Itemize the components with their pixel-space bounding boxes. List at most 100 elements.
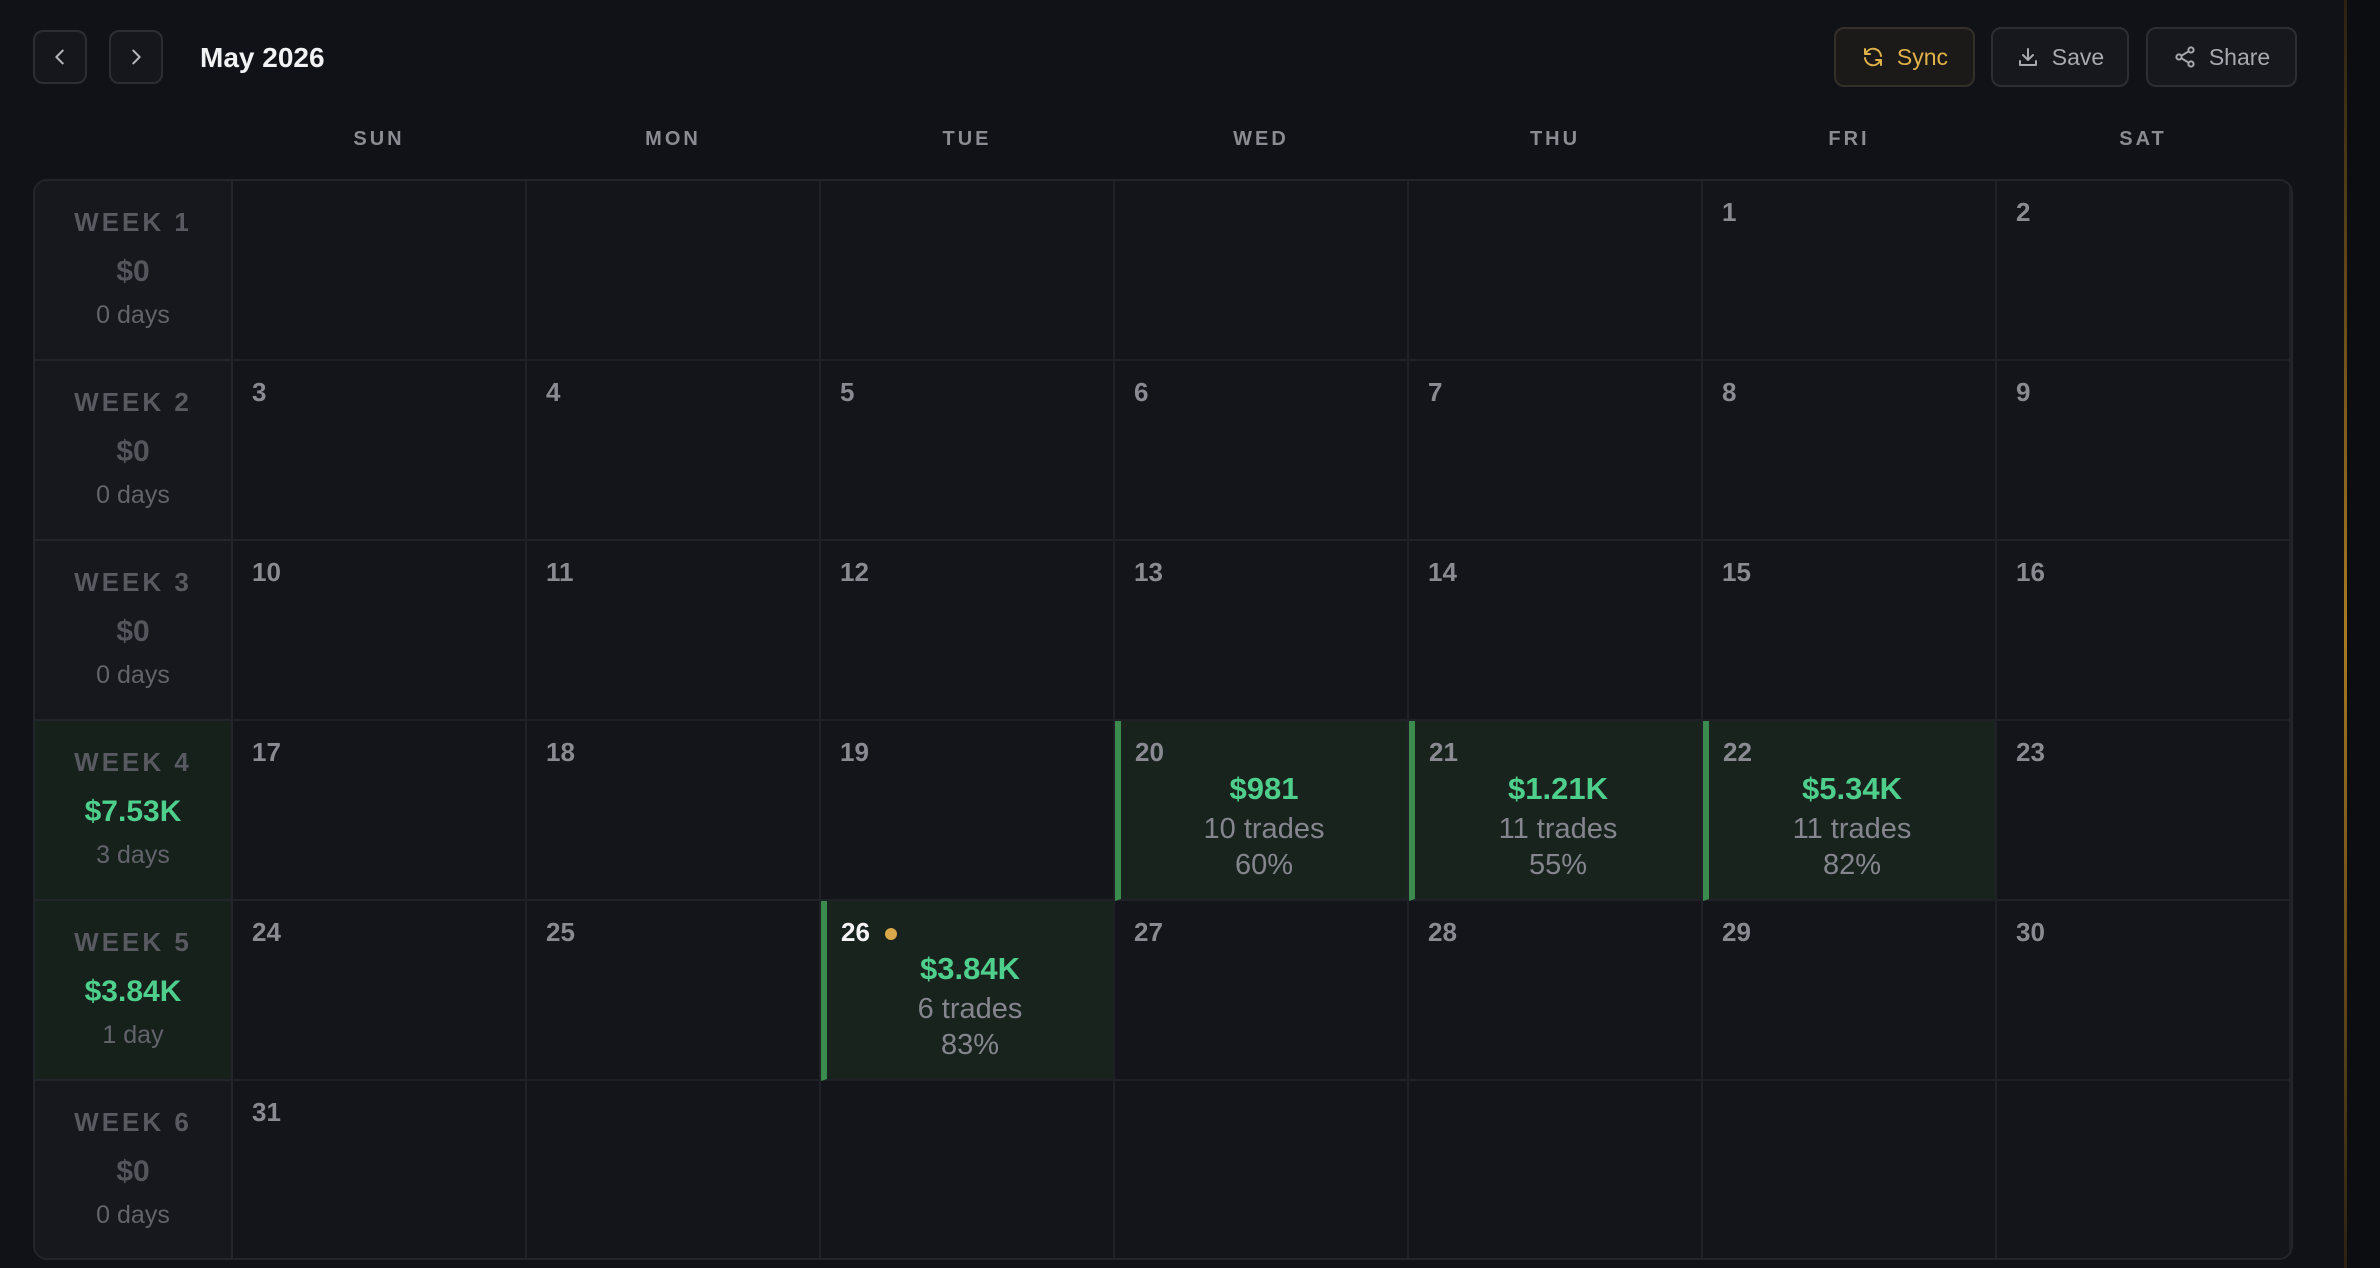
week-trading-days: 1 day [102, 1021, 164, 1049]
week-trading-days: 0 days [96, 661, 170, 689]
prev-month-button[interactable] [33, 30, 87, 84]
day-cell[interactable]: 13 [1115, 541, 1409, 721]
day-cell[interactable]: 31 [233, 1081, 527, 1258]
day-cell[interactable]: 30 [1997, 901, 2291, 1081]
day-cell[interactable]: 15 [1703, 541, 1997, 721]
empty-day-cell [527, 1081, 821, 1258]
day-cell[interactable]: 28 [1409, 901, 1703, 1081]
day-cell[interactable]: 6 [1115, 361, 1409, 541]
week-label: WEEK 5 [74, 927, 192, 957]
day-cell[interactable]: 11 [527, 541, 821, 721]
day-cell[interactable]: 26 $3.84K 6 trades 83% [821, 901, 1115, 1081]
day-cell[interactable]: 9 [1997, 361, 2291, 541]
week-pnl: $0 [116, 1155, 150, 1188]
week-summary[interactable]: WEEK 5 $3.84K 1 day [35, 901, 233, 1081]
week-label: WEEK 2 [74, 387, 192, 417]
day-cell[interactable]: 18 [527, 721, 821, 901]
day-number: 16 [2016, 557, 2045, 587]
day-number: 17 [252, 737, 281, 767]
day-cell[interactable]: 4 [527, 361, 821, 541]
week-pnl: $0 [116, 435, 150, 468]
sync-button[interactable]: Sync [1834, 27, 1975, 87]
weekday-thu: THU [1529, 128, 1581, 150]
week-label: WEEK 4 [74, 747, 192, 777]
day-number: 8 [1722, 377, 1737, 407]
week-pnl: $7.53K [84, 795, 182, 828]
day-cell[interactable]: 12 [821, 541, 1115, 721]
day-cell[interactable]: 16 [1997, 541, 2291, 721]
day-number: 26 [841, 917, 870, 947]
day-number: 14 [1428, 557, 1457, 587]
calendar-app: May 2026 Sync Save Share SUN MON TUE WED THU… [0, 0, 2380, 1268]
empty-day-cell [821, 181, 1115, 361]
day-number: 6 [1134, 377, 1149, 407]
day-number: 30 [2016, 917, 2045, 947]
weekday-sat: SAT [2119, 128, 2167, 150]
day-number: 12 [840, 557, 869, 587]
chevron-right-icon [132, 49, 141, 65]
day-cell[interactable]: 29 [1703, 901, 1997, 1081]
week-summary[interactable]: WEEK 3 $0 0 days [35, 541, 233, 721]
day-pnl: $5.34K [1802, 771, 1902, 806]
empty-day-cell [821, 1081, 1115, 1258]
day-cell[interactable]: 21 $1.21K 11 trades 55% [1409, 721, 1703, 901]
week-pnl: $3.84K [84, 975, 182, 1008]
day-number: 23 [2016, 737, 2045, 767]
weekday-sun: SUN [353, 128, 405, 150]
day-cell[interactable]: 23 [1997, 721, 2291, 901]
day-trade-count: 6 trades [917, 993, 1023, 1025]
day-cell[interactable]: 22 $5.34K 11 trades 82% [1703, 721, 1997, 901]
day-cell[interactable]: 3 [233, 361, 527, 541]
day-number: 22 [1723, 737, 1752, 767]
empty-day-cell [527, 181, 821, 361]
day-win-rate: 60% [1234, 849, 1294, 881]
day-number: 13 [1134, 557, 1163, 587]
empty-day-cell [1703, 1081, 1997, 1258]
day-number: 18 [546, 737, 575, 767]
day-cell[interactable]: 24 [233, 901, 527, 1081]
day-cell[interactable]: 10 [233, 541, 527, 721]
empty-day-cell [1409, 181, 1703, 361]
sync-label: Sync [1896, 43, 1949, 70]
save-label: Save [2051, 43, 2105, 70]
empty-day-cell [233, 181, 527, 361]
day-number: 28 [1428, 917, 1457, 947]
week-label: WEEK 6 [74, 1107, 192, 1137]
day-win-rate: 83% [940, 1029, 1000, 1061]
share-button[interactable]: Share [2146, 27, 2297, 87]
day-cell[interactable]: 19 [821, 721, 1115, 901]
day-cell[interactable]: 7 [1409, 361, 1703, 541]
week-trading-days: 0 days [96, 1201, 170, 1229]
next-month-button[interactable] [109, 30, 163, 84]
day-cell[interactable]: 17 [233, 721, 527, 901]
calendar-grid: WEEK 1 $0 0 days 1 2 WEEK 2 $0 0 days 3 4 5 6 7 8 9 WEE… [33, 179, 2293, 1260]
week-summary[interactable]: WEEK 4 $7.53K 3 days [35, 721, 233, 901]
day-number: 15 [1722, 557, 1751, 587]
day-cell[interactable]: 8 [1703, 361, 1997, 541]
day-cell[interactable]: 25 [527, 901, 821, 1081]
day-number: 31 [252, 1097, 281, 1127]
day-cell[interactable]: 14 [1409, 541, 1703, 721]
day-pnl: $1.21K [1508, 771, 1608, 806]
share-label: Share [2208, 43, 2271, 70]
day-cell[interactable]: 2 [1997, 181, 2291, 361]
day-number: 5 [840, 377, 855, 407]
week-summary[interactable]: WEEK 2 $0 0 days [35, 361, 233, 541]
side-panel-edge [2347, 0, 2380, 1268]
day-number: 29 [1722, 917, 1751, 947]
day-trade-count: 11 trades [1498, 813, 1618, 845]
day-number: 27 [1134, 917, 1163, 947]
empty-day-cell [1409, 1081, 1703, 1258]
week-summary[interactable]: WEEK 1 $0 0 days [35, 181, 233, 361]
day-number: 21 [1429, 737, 1458, 767]
week-pnl: $0 [116, 615, 150, 648]
day-cell[interactable]: 5 [821, 361, 1115, 541]
save-button[interactable]: Save [1991, 27, 2129, 87]
day-win-rate: 55% [1528, 849, 1588, 881]
day-number: 20 [1135, 737, 1164, 767]
week-summary[interactable]: WEEK 6 $0 0 days [35, 1081, 233, 1258]
day-cell[interactable]: 1 [1703, 181, 1997, 361]
day-cell[interactable]: 27 [1115, 901, 1409, 1081]
day-cell[interactable]: 20 $981 10 trades 60% [1115, 721, 1409, 901]
week-trading-days: 3 days [96, 841, 170, 869]
